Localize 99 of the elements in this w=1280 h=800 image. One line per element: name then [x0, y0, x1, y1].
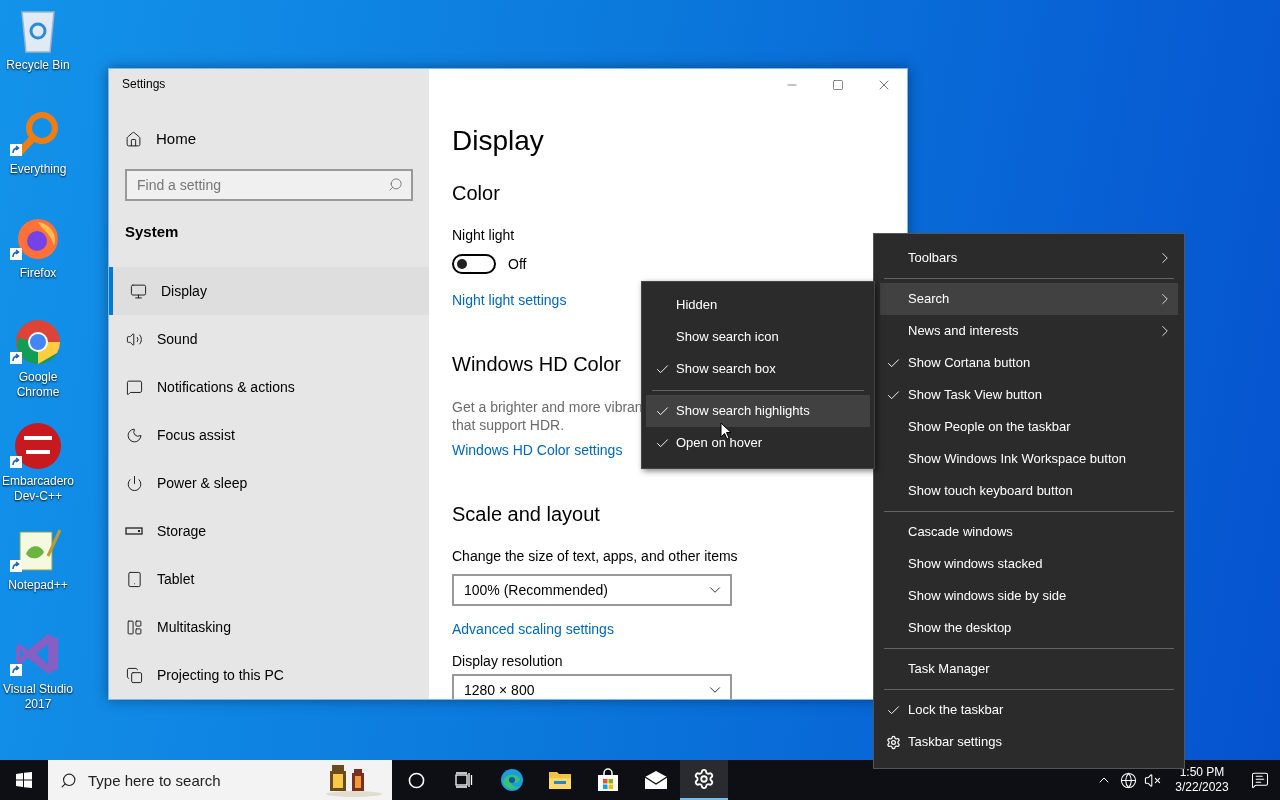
menu-item-label: Taskbar settings	[908, 733, 1002, 752]
menu-item[interactable]: Show windows side by side	[880, 580, 1178, 612]
menu-item-label: Lock the taskbar	[908, 701, 1004, 720]
maximize-icon	[832, 79, 844, 91]
menu-item[interactable]: Show search icon	[646, 321, 870, 353]
menu-item-label: Show Windows Ink Workspace button	[908, 450, 1126, 469]
globe-icon	[1119, 771, 1137, 789]
nav-item[interactable]: Notifications & actions	[109, 363, 429, 411]
menu-item-label: Open on hover	[676, 434, 762, 453]
search-icon	[388, 177, 403, 192]
nav-item[interactable]: Focus assist	[109, 411, 429, 459]
menu-item[interactable]: Show Windows Ink Workspace button	[880, 443, 1178, 475]
task-view-icon	[455, 772, 473, 788]
window-title: Settings	[121, 76, 167, 94]
menu-item[interactable]: Show search box	[646, 353, 870, 385]
lanterns-icon	[324, 763, 384, 797]
settings-link[interactable]: Night light settings	[452, 290, 567, 310]
store-bag-icon	[596, 768, 620, 792]
home-nav-item[interactable]: Home	[109, 116, 429, 162]
desktop-icon-label[interactable]: Visual Studio 2017	[0, 682, 76, 712]
menu-item-label: News and interests	[908, 322, 1019, 341]
settings-icon	[693, 768, 715, 790]
dropdown[interactable]: 100% (Recommended)	[452, 574, 732, 606]
nav-item[interactable]: Projecting to this PC	[109, 651, 429, 699]
muted-speaker-icon	[1143, 771, 1161, 789]
menu-item[interactable]: Search	[880, 283, 1178, 315]
menu-item-label: Show the desktop	[908, 619, 1012, 638]
menu-item-label: Show Cortana button	[908, 354, 1031, 373]
toggle-switch[interactable]	[452, 254, 496, 274]
page-title: Display	[452, 125, 545, 157]
menu-item-label: Show People on the taskbar	[908, 418, 1071, 437]
setting-label: Change the size of text, apps, and other items	[452, 547, 738, 566]
menu-item[interactable]: Open on hover	[646, 427, 870, 459]
nav-icon	[129, 282, 147, 300]
menu-item[interactable]: Show touch keyboard button	[880, 475, 1178, 507]
chrome-icon	[14, 318, 62, 366]
menu-item[interactable]: News and interests	[880, 315, 1178, 347]
menu-item-label: Show search highlights	[676, 402, 810, 421]
home-icon	[125, 130, 142, 148]
nav-item[interactable]: Storage	[109, 507, 429, 555]
menu-item[interactable]: Show Task View button	[880, 379, 1178, 411]
nav-icon	[125, 666, 143, 684]
nav-item[interactable]: Tablet	[109, 555, 429, 603]
nav-item[interactable]: Power & sleep	[109, 459, 429, 507]
menu-item[interactable]: Lock the taskbar	[880, 694, 1178, 726]
notifications-icon	[1251, 771, 1269, 789]
menu-item[interactable]: Task Manager	[880, 653, 1178, 685]
menu-item[interactable]: Toolbars	[880, 242, 1178, 274]
description-text: Get a brighter and more vibran that support HDR.	[452, 398, 643, 434]
cortana-icon	[407, 771, 425, 789]
section-heading: Scale and layout	[452, 502, 600, 527]
menu-item-label: Show windows stacked	[908, 555, 1043, 574]
storage-icon	[125, 527, 143, 535]
gear-icon	[886, 734, 901, 750]
nav-icon	[125, 474, 143, 492]
menu-item[interactable]: Show windows stacked	[880, 548, 1178, 580]
nav-icon	[125, 618, 143, 636]
menu-item-label: Show search box	[676, 360, 776, 379]
settings-link[interactable]: Advanced scaling settings	[452, 619, 614, 639]
menu-item[interactable]: Show the desktop	[880, 612, 1178, 644]
menu-item-label: Show windows side by side	[908, 587, 1067, 606]
menu-item-label: Hidden	[676, 296, 718, 315]
toggle-state: Off	[508, 254, 527, 274]
taskbar-search-field[interactable]: Type here to search	[48, 760, 392, 800]
menu-item-label: Toolbars	[908, 249, 958, 268]
menu-item-label: Cascade windows	[908, 523, 1013, 542]
menu-item-label: Show touch keyboard button	[908, 482, 1073, 501]
menu-item[interactable]: Show People on the taskbar	[880, 411, 1178, 443]
nav-icon	[125, 426, 143, 444]
search-icon	[60, 772, 77, 789]
windows-logo-icon	[16, 772, 32, 788]
section-heading: Windows HD Color	[452, 352, 621, 377]
nav-item[interactable]: Multitasking	[109, 603, 429, 651]
setting-label: Night light	[452, 226, 515, 245]
menu-item[interactable]: Show search highlights	[646, 395, 870, 427]
menu-item-label: Show Task View button	[908, 386, 1042, 405]
menu-item[interactable]: Show Cortana button	[880, 347, 1178, 379]
category-heading: System	[124, 222, 180, 242]
menu-item-label: Show search icon	[676, 328, 779, 347]
folder-icon	[548, 769, 572, 791]
nav-icon	[125, 330, 143, 348]
menu-item[interactable]: Taskbar settings	[880, 726, 1178, 758]
mail-icon	[644, 770, 668, 790]
nav-icon	[125, 378, 143, 396]
menu-item[interactable]: Cascade windows	[880, 516, 1178, 548]
search-field[interactable]: Find a setting	[125, 169, 413, 201]
nav-icon	[125, 570, 143, 588]
nav-item[interactable]: Sound	[109, 315, 429, 363]
nav-item[interactable]: Display	[109, 267, 429, 315]
taskbar-app-button[interactable]	[680, 760, 728, 800]
mouse-cursor-icon	[720, 422, 732, 440]
settings-link[interactable]: Windows HD Color settings	[452, 440, 623, 460]
edge-icon	[500, 768, 524, 792]
menu-item-label: Search	[908, 290, 950, 309]
menu-item[interactable]: Hidden	[646, 289, 870, 321]
menu-item-label: Task Manager	[908, 660, 990, 679]
setting-label: Display resolution	[452, 652, 563, 671]
section-heading: Color	[452, 181, 500, 206]
dropdown[interactable]: 1280 × 800	[452, 674, 732, 699]
